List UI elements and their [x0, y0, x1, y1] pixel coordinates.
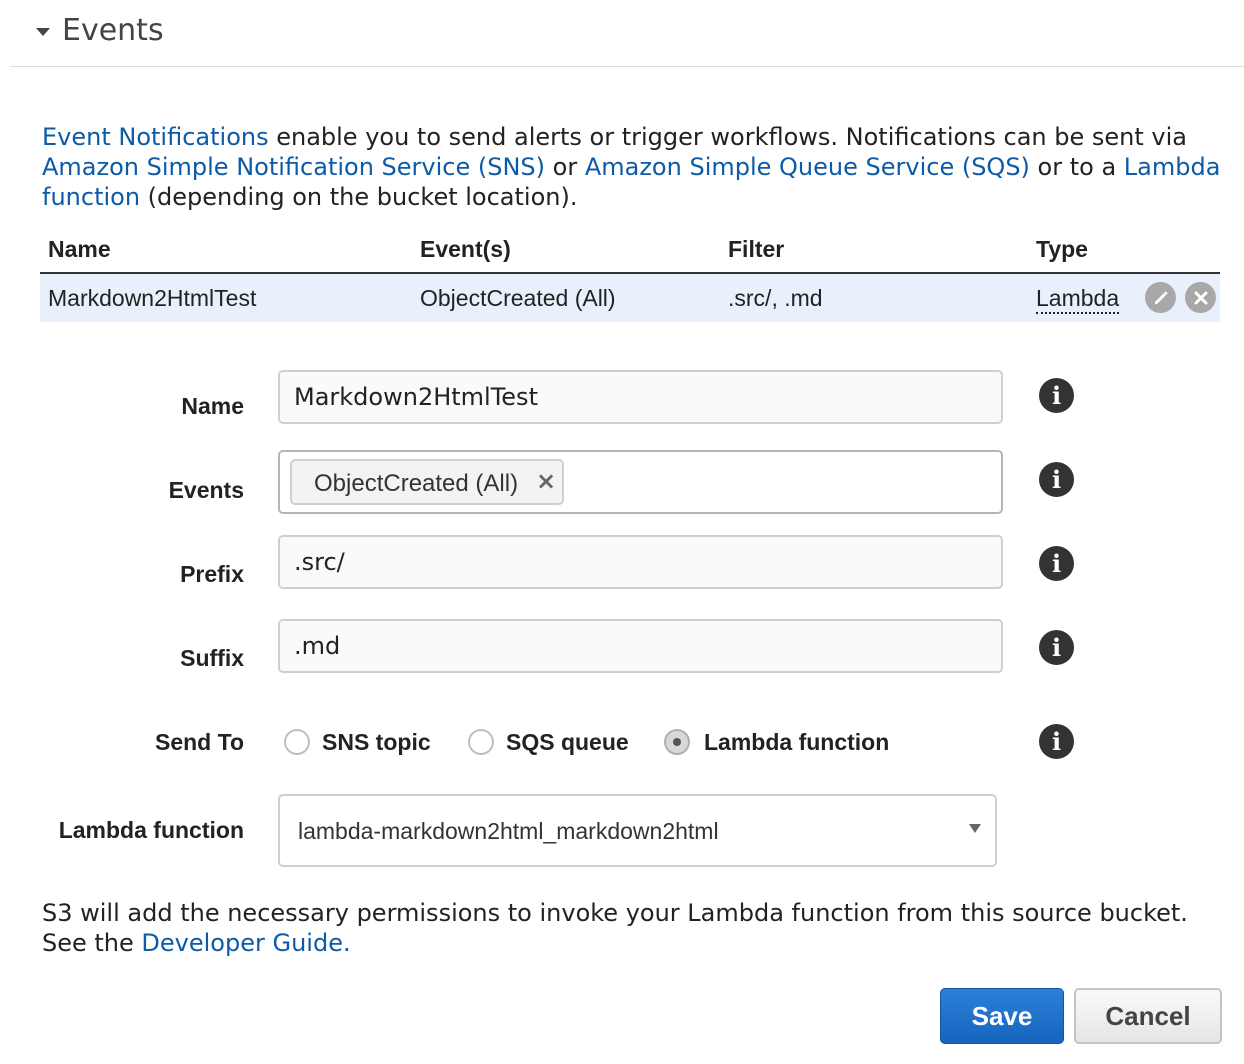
events-label: Events — [168, 477, 244, 503]
sqs-queue-label[interactable]: SQS queue — [506, 729, 629, 756]
table-header: Name Event(s) Filter Type — [40, 228, 1220, 274]
section-title: Events — [62, 13, 164, 48]
lambda-function-radio[interactable] — [664, 729, 690, 755]
sqs-link[interactable]: Amazon Simple Queue Service (SQS) — [585, 153, 1030, 181]
event-notifications-link[interactable]: Event Notifications — [42, 123, 269, 151]
suffix-label: Suffix — [180, 645, 244, 671]
description: Event Notifications enable you to send a… — [42, 122, 1232, 212]
name-label: Name — [181, 393, 244, 419]
info-icon[interactable]: i — [1039, 462, 1074, 497]
row-events: ObjectCreated (All) — [420, 285, 616, 311]
divider — [10, 66, 1244, 67]
info-icon[interactable]: i — [1039, 546, 1074, 581]
remove-tag-icon[interactable]: × — [536, 467, 556, 495]
permissions-note: S3 will add the necessary permissions to… — [42, 898, 1232, 958]
table-row[interactable]: Markdown2HtmlTest ObjectCreated (All) .s… — [40, 274, 1220, 322]
row-name: Markdown2HtmlTest — [48, 285, 257, 311]
suffix-input[interactable] — [280, 621, 1001, 671]
note-text: S3 will add the necessary permissions to… — [42, 899, 1188, 927]
sns-topic-label[interactable]: SNS topic — [322, 729, 431, 756]
chevron-down-icon — [969, 824, 981, 833]
lambda-function-select[interactable]: lambda-markdown2html_markdown2html — [278, 794, 997, 867]
cancel-button[interactable]: Cancel — [1074, 988, 1222, 1044]
pencil-icon[interactable] — [1145, 282, 1176, 313]
column-header-type: Type — [1036, 236, 1088, 262]
sqs-queue-radio[interactable] — [468, 729, 494, 755]
suffix-field[interactable] — [278, 619, 1003, 673]
prefix-label: Prefix — [180, 561, 244, 587]
column-header-events: Event(s) — [420, 236, 511, 262]
row-type[interactable]: Lambda — [1036, 285, 1120, 314]
save-button[interactable]: Save — [940, 988, 1064, 1044]
lambda-function-value: lambda-markdown2html_markdown2html — [298, 818, 719, 844]
lambda-function-radio-label[interactable]: Lambda function — [704, 729, 889, 756]
note-text: See the — [42, 929, 142, 957]
column-header-name: Name — [48, 236, 111, 262]
prefix-field[interactable] — [278, 535, 1003, 589]
close-icon[interactable] — [1185, 282, 1216, 313]
prefix-input[interactable] — [280, 537, 1001, 587]
info-icon[interactable]: i — [1039, 724, 1074, 759]
caret-down-icon[interactable] — [36, 28, 50, 36]
developer-guide-link[interactable]: Developer Guide. — [141, 929, 350, 957]
row-filter: .src/, .md — [728, 285, 823, 311]
sns-topic-radio[interactable] — [284, 729, 310, 755]
event-tag: ObjectCreated (All) × — [290, 459, 564, 505]
description-text: or — [545, 153, 585, 181]
column-header-filter: Filter — [728, 236, 785, 262]
name-input[interactable] — [280, 372, 1001, 422]
event-tag-label: ObjectCreated (All) — [314, 470, 519, 497]
send-to-label: Send To — [154, 729, 244, 755]
description-text: (depending on the bucket location). — [140, 183, 578, 211]
description-text: or to a — [1029, 153, 1124, 181]
lambda-function-label: Lambda function — [58, 817, 244, 843]
events-field[interactable]: ObjectCreated (All) × — [278, 450, 1003, 514]
info-icon[interactable]: i — [1039, 378, 1074, 413]
info-icon[interactable]: i — [1039, 630, 1074, 665]
description-text: enable you to send alerts or trigger wor… — [268, 123, 1187, 151]
events-section-header[interactable]: Events — [0, 0, 1244, 68]
name-field[interactable] — [278, 370, 1003, 424]
sns-link[interactable]: Amazon Simple Notification Service (SNS) — [42, 153, 545, 181]
